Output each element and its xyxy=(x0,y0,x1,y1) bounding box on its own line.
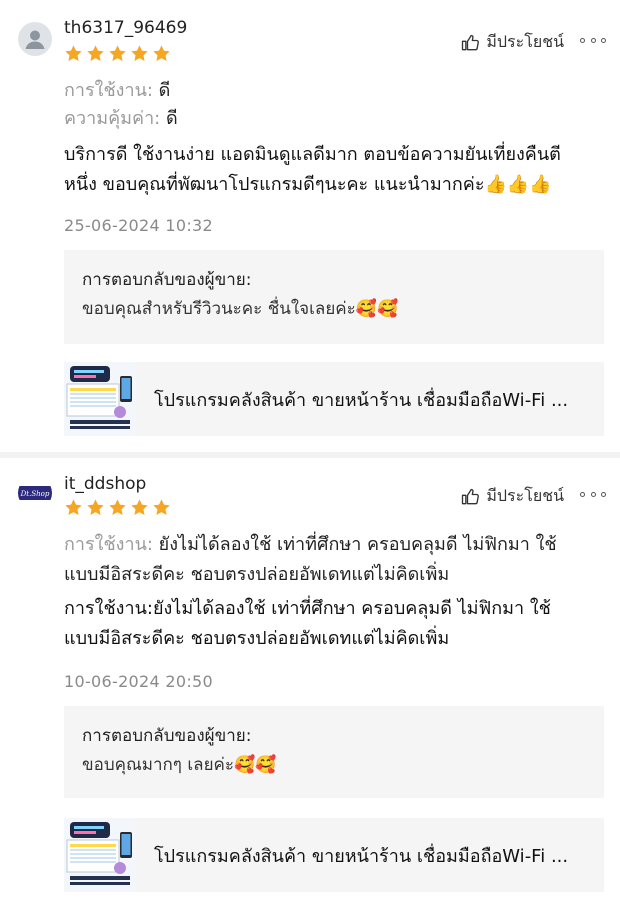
more-options-icon[interactable] xyxy=(580,484,606,504)
product-thumbnail xyxy=(64,362,136,436)
seller-reply: การตอบกลับของผู้ขาย: ขอบคุณสำหรับรีวิวนะ… xyxy=(64,250,604,344)
star-icon xyxy=(152,498,171,517)
product-link[interactable]: โปรแกรมคลังสินค้า ขายหน้าร้าน เชื่อมมือถ… xyxy=(64,818,604,892)
star-icon xyxy=(108,498,127,517)
product-name: โปรแกรมคลังสินค้า ขายหน้าร้าน เชื่อมมือถ… xyxy=(154,389,569,411)
star-icon xyxy=(86,44,105,63)
star-icon xyxy=(108,44,127,63)
review-card: Dt.Shop it_ddshop มีประโยชน์ การใช้งาน: … xyxy=(0,458,620,902)
product-name: โปรแกรมคลังสินค้า ขายหน้าร้าน เชื่อมมือถ… xyxy=(154,845,569,867)
review-username[interactable]: th6317_96469 xyxy=(64,18,187,38)
review-text-line: แบบมีอิสระดีคะ ชอบตรงปล่อยอัพเดทแต่ไม่คิ… xyxy=(64,628,450,649)
review-card: th6317_96469 มีประโยชน์ การใช้งาน: ดี คว… xyxy=(0,0,620,452)
helpful-button[interactable]: มีประโยชน์ xyxy=(460,484,564,509)
thumbs-up-icon xyxy=(460,487,480,507)
attribute-value: ดี xyxy=(152,80,171,101)
attribute-key: ความคุ้มค่า: xyxy=(64,108,161,129)
attribute-usage: การใช้งาน: ดี xyxy=(64,78,170,104)
seller-reply-title: การตอบกลับของผู้ขาย: xyxy=(82,270,252,290)
helpful-label: มีประโยชน์ xyxy=(486,32,564,51)
attribute-key: การใช้งาน: xyxy=(64,534,153,555)
attribute-value-for-money: ความคุ้มค่า: ดี xyxy=(64,106,178,132)
star-icon xyxy=(130,44,149,63)
thumbs-up-icon xyxy=(460,33,480,53)
product-link[interactable]: โปรแกรมคลังสินค้า ขายหน้าร้าน เชื่อมมือถ… xyxy=(64,362,604,436)
attribute-key: การใช้งาน: xyxy=(64,80,153,101)
review-date: 25-06-2024 10:32 xyxy=(64,216,213,235)
rating-stars xyxy=(64,44,171,63)
review-text-line: บริการดี ใช้งานง่าย แอดมินดูแลดีมาก ตอบข… xyxy=(64,144,561,165)
rating-stars xyxy=(64,498,171,517)
attribute-value: ดี xyxy=(160,108,178,129)
attribute-value: ยังไม่ได้ลองใช้ เท่าที่ศึกษา ครอบคลุมดี … xyxy=(152,534,557,555)
attribute-usage: การใช้งาน: ยังไม่ได้ลองใช้ เท่าที่ศึกษา … xyxy=(64,530,557,560)
product-thumbnail xyxy=(64,818,136,892)
review-username[interactable]: it_ddshop xyxy=(64,474,146,494)
user-avatar-icon[interactable] xyxy=(18,22,52,56)
avatar-logo-text: Dt.Shop xyxy=(20,490,50,498)
review-text: บริการดี ใช้งานง่าย แอดมินดูแลดีมาก ตอบข… xyxy=(64,140,604,200)
star-icon xyxy=(152,44,171,63)
seller-reply: การตอบกลับของผู้ขาย: ขอบคุณมากๆ เลยค่ะ🥰🥰 xyxy=(64,706,604,798)
user-avatar-icon[interactable]: Dt.Shop xyxy=(18,476,52,510)
helpful-label: มีประโยชน์ xyxy=(486,486,564,505)
review-text: การใช้งาน:ยังไม่ได้ลองใช้ เท่าที่ศึกษา ค… xyxy=(64,594,604,654)
review-date: 10-06-2024 20:50 xyxy=(64,672,213,691)
more-options-icon[interactable] xyxy=(580,30,606,50)
seller-reply-text: ขอบคุณมากๆ เลยค่ะ🥰🥰 xyxy=(82,755,277,775)
seller-reply-text: ขอบคุณสำหรับรีวิวนะคะ ชื่นใจเลยค่ะ🥰🥰 xyxy=(82,299,399,319)
star-icon xyxy=(64,498,83,517)
star-icon xyxy=(86,498,105,517)
review-text-line: หนึ่ง ขอบคุณที่พัฒนาโปรแกรมดีๆนะคะ แนะนำ… xyxy=(64,174,552,195)
star-icon xyxy=(130,498,149,517)
star-icon xyxy=(64,44,83,63)
review-text-line: การใช้งาน:ยังไม่ได้ลองใช้ เท่าที่ศึกษา ค… xyxy=(64,598,551,619)
attribute-continuation: แบบมีอิสระดีคะ ชอบตรงปล่อยอัพเดทแต่ไม่คิ… xyxy=(64,564,450,585)
seller-reply-title: การตอบกลับของผู้ขาย: xyxy=(82,726,252,746)
helpful-button[interactable]: มีประโยชน์ xyxy=(460,30,564,55)
